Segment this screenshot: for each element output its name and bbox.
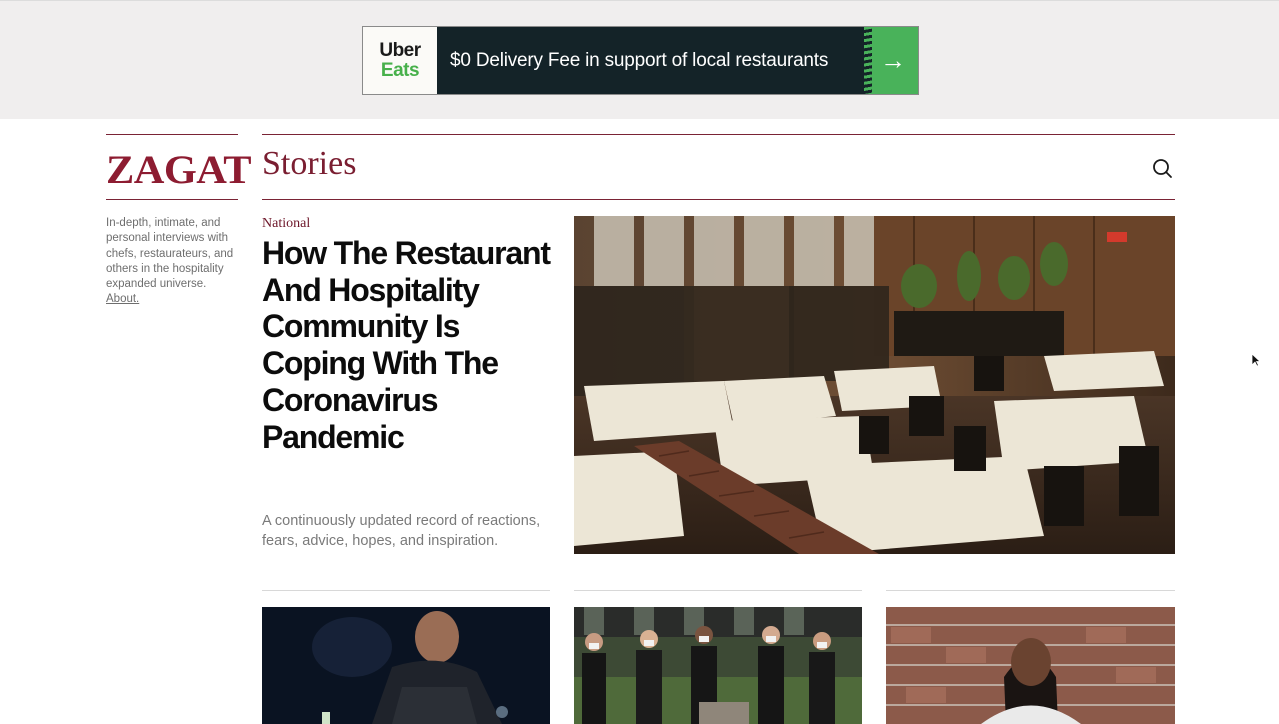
header-bottom-rule [262, 199, 1175, 200]
search-icon[interactable] [1150, 156, 1174, 180]
header-top-rule [262, 134, 1175, 135]
story-thumbnail-chef[interactable] [262, 607, 550, 724]
arrow-right-icon: → [864, 27, 918, 94]
card-divider-1 [262, 590, 550, 591]
sidebar-intro: In-depth, intimate, and personal intervi… [106, 216, 238, 308]
page-title: Stories [262, 145, 357, 182]
card-divider-3 [886, 590, 1175, 591]
zagat-logo[interactable]: ZAGAT [106, 146, 252, 193]
story-dek: A continuously updated record of reactio… [262, 513, 541, 549]
logo-top-rule [106, 134, 238, 135]
story-headline[interactable]: How The Restaurant And Hospitality Commu… [262, 235, 562, 455]
restaurant-photo [574, 216, 1175, 554]
ad-logo-line1: Uber [379, 39, 421, 61]
chef-photo [262, 607, 550, 724]
staff-photo [574, 607, 862, 724]
story-thumbnail-portrait[interactable] [886, 607, 1175, 724]
logo-bottom-rule [106, 199, 238, 200]
ad-text: $0 Delivery Fee in support of local rest… [437, 27, 868, 94]
ad-logo-line2: Eats [380, 59, 420, 81]
portrait-photo [886, 607, 1175, 724]
card-divider-2 [574, 590, 862, 591]
story-hero-image[interactable] [574, 216, 1175, 554]
story-category[interactable]: National [262, 216, 310, 232]
about-link[interactable]: About. [106, 293, 139, 305]
story-thumbnail-staff[interactable] [574, 607, 862, 724]
uber-eats-ad[interactable]: Uber Eats $0 Delivery Fee in support of … [362, 26, 919, 95]
uber-eats-logo: Uber Eats [363, 27, 437, 94]
intro-text: In-depth, intimate, and personal intervi… [106, 217, 234, 291]
mouse-cursor-icon [1251, 353, 1261, 367]
ad-banner-area: Uber Eats $0 Delivery Fee in support of … [0, 0, 1279, 119]
